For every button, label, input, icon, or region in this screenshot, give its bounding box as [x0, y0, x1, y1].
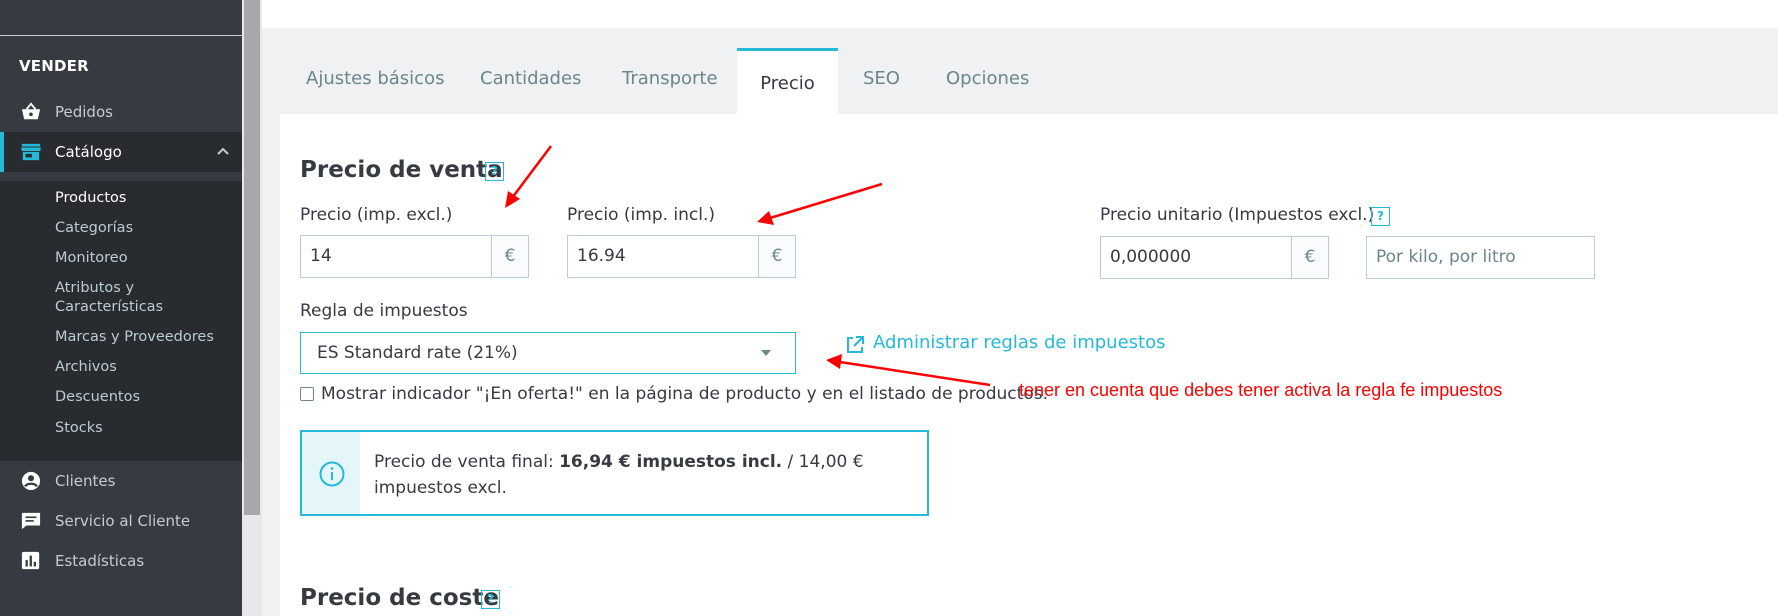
tab-precio[interactable]: Precio	[737, 48, 838, 114]
submenu-item-categorias[interactable]: Categorías	[55, 219, 133, 238]
price-excl-label: Precio (imp. excl.)	[300, 205, 453, 225]
sidebar-item-label: Servicio al Cliente	[55, 512, 191, 530]
active-indicator	[0, 132, 4, 172]
sidebar-item-catalogo[interactable]: Catálogo	[0, 132, 242, 172]
currency-addon: €	[758, 235, 796, 278]
submenu-item-atributos[interactable]: Atributos y Características	[55, 279, 163, 317]
sidebar-item-label: Pedidos	[55, 103, 113, 121]
tab-opciones[interactable]: Opciones	[946, 48, 1029, 114]
final-price-prefix: Precio de venta final:	[374, 452, 560, 472]
sidebar-divider	[0, 35, 242, 36]
final-price-incl: 16,94 € impuestos incl.	[559, 452, 783, 472]
submenu-item-monitoreo[interactable]: Monitoreo	[55, 249, 128, 268]
store-icon	[21, 143, 41, 161]
currency-addon: €	[1291, 236, 1329, 279]
submenu-item-descuentos[interactable]: Descuentos	[55, 388, 140, 407]
help-icon[interactable]: ?	[481, 590, 500, 609]
currency-addon: €	[491, 235, 529, 278]
sidebar-item-clientes[interactable]: Clientes	[0, 461, 242, 501]
help-icon[interactable]: ?	[1371, 207, 1390, 226]
submenu-item-marcas[interactable]: Marcas y Proveedores	[55, 328, 214, 347]
tax-rule-select[interactable]: ES Standard rate (21%)	[300, 332, 796, 374]
tab-transporte[interactable]: Transporte	[622, 48, 718, 114]
tab-ajustes-basicos[interactable]: Ajustes básicos	[306, 48, 444, 114]
basket-icon	[21, 102, 41, 120]
sidebar-scrollbar-thumb[interactable]	[244, 0, 260, 515]
submenu-item-productos[interactable]: Productos	[55, 189, 126, 208]
section-title-sale-price: Precio de venta	[300, 157, 503, 183]
tax-rule-selected: ES Standard rate (21%)	[317, 343, 518, 363]
sidebar-item-servicio[interactable]: Servicio al Cliente	[0, 501, 242, 541]
final-price-message: Precio de venta final: 16,94 € impuestos…	[374, 449, 924, 501]
external-link-icon	[847, 336, 864, 353]
sidebar-item-label: Clientes	[55, 472, 116, 490]
help-icon[interactable]: ?	[485, 162, 504, 181]
price-incl-input[interactable]: 16.94	[567, 235, 759, 278]
sidebar-item-pedidos[interactable]: Pedidos	[0, 92, 242, 132]
sidebar: VENDER Pedidos Catálogo Productos Catego…	[0, 0, 242, 616]
bar-chart-icon	[21, 551, 40, 570]
chat-icon	[21, 512, 41, 530]
submenu-item-stocks[interactable]: Stocks	[55, 419, 103, 438]
on-sale-label[interactable]: Mostrar indicador "¡En oferta!" en la pá…	[321, 384, 1048, 404]
sidebar-section-title: VENDER	[19, 57, 89, 75]
price-excl-input[interactable]: 14	[300, 235, 492, 278]
tax-rule-label: Regla de impuestos	[300, 301, 468, 321]
info-icon	[319, 461, 345, 487]
sidebar-item-estadisticas[interactable]: Estadísticas	[0, 541, 242, 581]
manage-tax-rules-label: Administrar reglas de impuestos	[873, 332, 1166, 353]
sidebar-item-label: Estadísticas	[55, 552, 145, 570]
chevron-up-icon[interactable]	[216, 144, 230, 158]
submenu-item-label: Atributos y	[55, 280, 135, 296]
user-circle-icon	[21, 471, 41, 491]
section-title-cost-price: Precio de coste	[300, 585, 499, 611]
unit-input[interactable]: Por kilo, por litro	[1366, 236, 1595, 279]
tab-seo[interactable]: SEO	[863, 48, 900, 114]
caret-down-icon	[761, 350, 771, 356]
on-sale-checkbox[interactable]	[300, 387, 314, 401]
annotation-note: tener en cuenta que debes tener activa l…	[1019, 380, 1503, 400]
submenu-item-archivos[interactable]: Archivos	[55, 358, 117, 377]
unit-price-label: Precio unitario (Impuestos excl.)	[1100, 205, 1375, 225]
unit-price-input[interactable]: 0,000000	[1100, 236, 1292, 279]
sidebar-item-label: Catálogo	[55, 143, 122, 161]
price-incl-label: Precio (imp. incl.)	[567, 205, 716, 225]
top-header	[262, 0, 1778, 28]
tab-cantidades[interactable]: Cantidades	[480, 48, 581, 114]
submenu-item-label: Características	[55, 299, 164, 315]
final-price-alert: Precio de venta final: 16,94 € impuestos…	[300, 430, 929, 516]
